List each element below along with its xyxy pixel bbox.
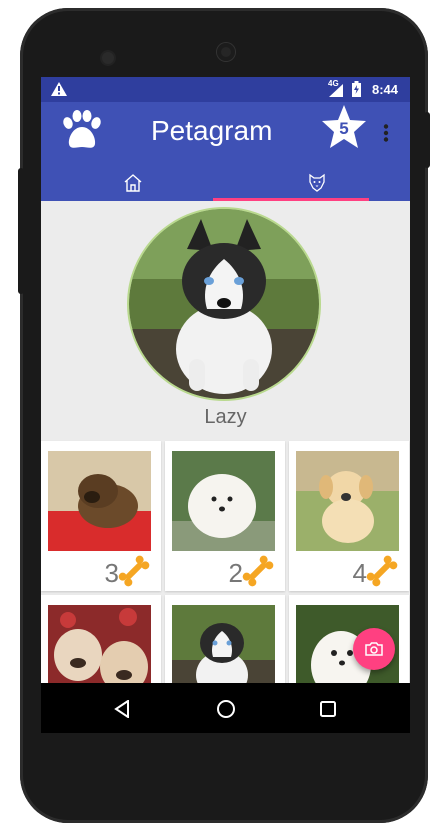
pet-card[interactable]: 3 [41, 441, 161, 591]
camera-icon [365, 642, 383, 656]
back-icon[interactable] [114, 700, 130, 718]
rating-star-button[interactable]: 5 [320, 104, 368, 150]
husky-puppy-photo [129, 209, 319, 399]
app-screen: 4G 8:44 Petagram 5 Lazy 3 2 4 [41, 77, 410, 733]
power-button [18, 168, 24, 294]
bone-icon[interactable] [241, 554, 275, 588]
battery-icon [352, 81, 361, 97]
signal-icon [329, 84, 343, 97]
app-title: Petagram [151, 115, 273, 146]
tab-profile[interactable] [225, 165, 409, 201]
pet-card[interactable]: 4 [289, 441, 409, 591]
paw-icon [63, 110, 101, 148]
tab-bar [41, 165, 410, 201]
rating-count: 5 [339, 119, 349, 138]
recents-icon[interactable] [320, 701, 336, 717]
pet-photo [48, 451, 151, 551]
pet-name: Lazy [204, 406, 247, 428]
pet-photo [296, 451, 399, 551]
status-bar: 4G 8:44 [41, 77, 410, 102]
earpiece-speaker [217, 43, 235, 61]
clock: 8:44 [372, 82, 399, 97]
bone-icon[interactable] [365, 554, 399, 588]
front-camera [102, 52, 114, 64]
avatar [129, 209, 319, 399]
system-nav-bar [41, 683, 410, 733]
more-vert-icon[interactable] [383, 124, 389, 142]
dog-face-icon [309, 173, 325, 192]
home-icon [124, 174, 142, 192]
home-circle-icon[interactable] [216, 699, 236, 719]
app-bar: Petagram 5 [41, 102, 410, 165]
tab-home[interactable] [41, 165, 225, 201]
pet-photo [172, 451, 275, 551]
warning-icon [51, 82, 67, 96]
bone-icon[interactable] [117, 554, 151, 588]
profile-section: Lazy [41, 201, 410, 441]
volume-button [424, 112, 430, 168]
pet-card[interactable]: 2 [165, 441, 285, 591]
camera-fab[interactable] [353, 628, 395, 670]
